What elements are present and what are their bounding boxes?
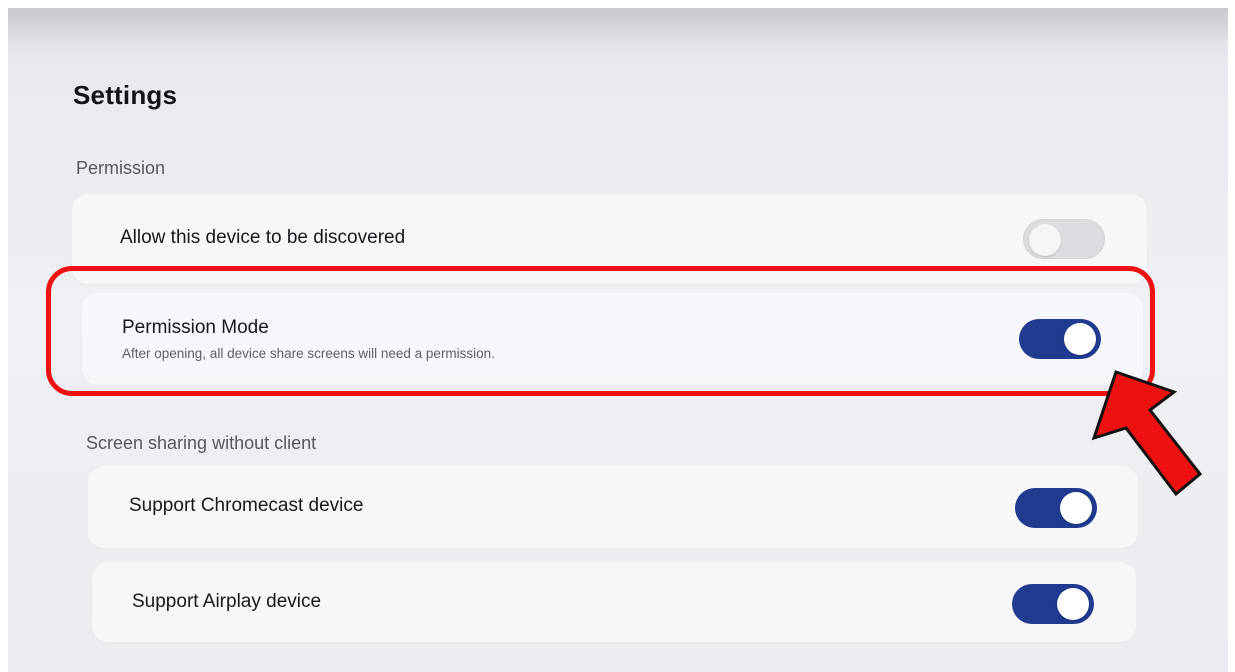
setting-title-discoverable: Allow this device to be discovered — [120, 227, 406, 248]
toggle-knob — [1064, 323, 1096, 355]
setting-title-chromecast: Support Chromecast device — [129, 495, 364, 516]
toggle-knob — [1029, 224, 1061, 256]
arrow-up-left-icon — [1091, 370, 1203, 497]
airplay-toggle[interactable] — [1012, 584, 1094, 624]
discoverable-toggle[interactable] — [1023, 219, 1105, 259]
setting-row-permission-mode[interactable]: Permission Mode After opening, all devic… — [82, 293, 1143, 385]
top-shadow — [8, 8, 1228, 44]
toggle-knob — [1057, 588, 1089, 620]
setting-row-chromecast[interactable]: Support Chromecast device — [88, 466, 1138, 548]
page-title: Settings — [73, 80, 178, 110]
setting-title-airplay: Support Airplay device — [132, 591, 322, 612]
setting-title-permission-mode: Permission Mode — [122, 317, 269, 338]
settings-screen: Settings Permission Allow this device to… — [8, 8, 1228, 672]
setting-subtitle-permission-mode: After opening, all device share screens … — [122, 346, 495, 361]
permission-mode-toggle[interactable] — [1019, 319, 1101, 359]
setting-row-discoverable[interactable]: Allow this device to be discovered — [72, 194, 1147, 284]
chromecast-toggle[interactable] — [1015, 488, 1097, 528]
setting-row-airplay[interactable]: Support Airplay device — [92, 562, 1136, 642]
section-label-permission: Permission — [76, 158, 166, 178]
section-label-screen-sharing: Screen sharing without client — [86, 433, 317, 453]
